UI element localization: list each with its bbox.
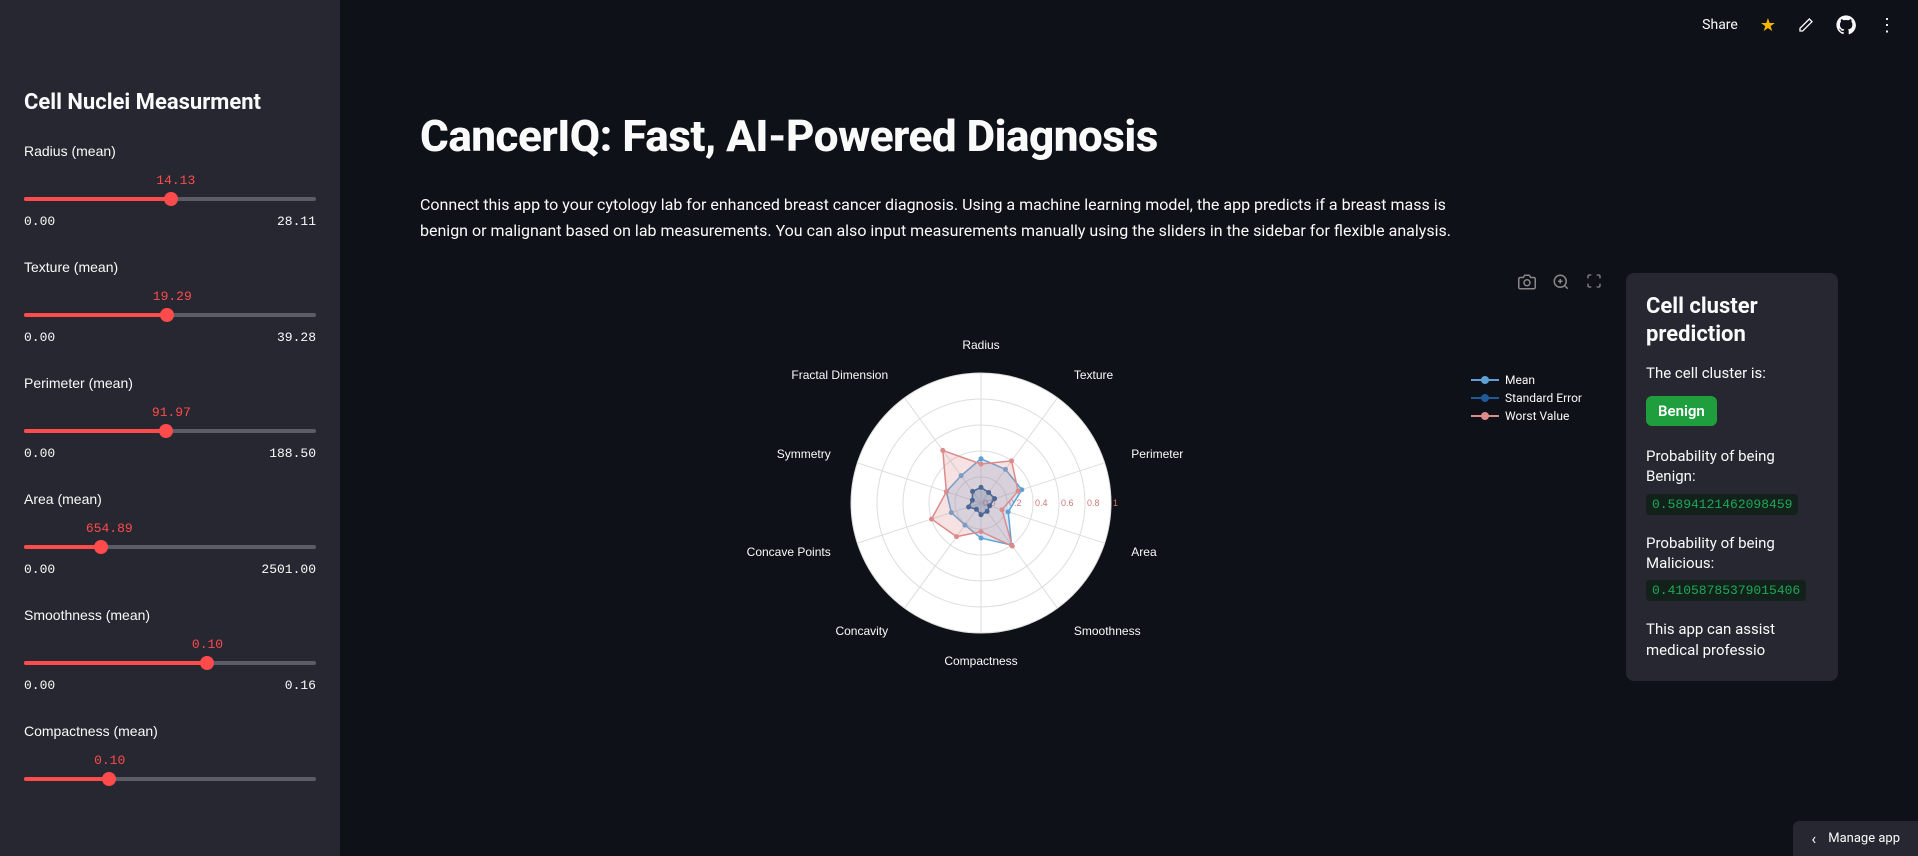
svg-text:Fractal Dimension: Fractal Dimension [791,368,888,382]
slider-track[interactable] [24,306,316,324]
edit-icon[interactable] [1798,17,1814,33]
svg-text:Smoothness: Smoothness [1074,624,1141,638]
prob-benign-value: 0.5894121462098459 [1646,494,1798,515]
chart-column: Radius Texture Perimeter Area Smoothness Comp… [420,273,1602,693]
slider-track[interactable] [24,190,316,208]
prediction-badge: Benign [1646,396,1717,426]
prediction-panel: Cell cluster prediction The cell cluster… [1626,273,1838,681]
legend-mean[interactable]: Mean [1471,373,1582,387]
svg-text:Symmetry: Symmetry [777,447,831,461]
manage-app-bar[interactable]: ‹ Manage app [1793,821,1918,856]
slider-track[interactable] [24,654,316,672]
prob-malicious-label: Probability of being Malicious: [1646,533,1818,574]
slider-label: Area (mean) [24,491,316,507]
slider-value: 19.29 [153,289,316,304]
slider-min: 0.00 [24,214,55,229]
page-description: Connect this app to your cytology lab fo… [420,192,1490,243]
svg-text:0.8: 0.8 [1087,498,1100,508]
github-icon[interactable] [1836,15,1856,35]
svg-text:Perimeter: Perimeter [1131,447,1183,461]
chart-toolbar [1518,273,1602,295]
svg-text:Texture: Texture [1074,368,1114,382]
sidebar-title: Cell Nuclei Measurment [24,90,316,115]
slider-max: 39.28 [277,330,316,345]
chevron-left-icon: ‹ [1811,829,1816,848]
fullscreen-icon[interactable] [1586,273,1602,295]
slider-max: 2501.00 [261,562,316,577]
svg-text:Radius: Radius [962,338,999,352]
slider-1: Texture (mean) 19.29 0.00 39.28 [24,259,316,345]
svg-text:0.6: 0.6 [1061,498,1074,508]
slider-value: 654.89 [86,521,316,536]
slider-3: Area (mean) 654.89 0.00 2501.00 [24,491,316,577]
camera-icon[interactable] [1518,273,1536,295]
prob-malicious-value: 0.41058785379015406 [1646,580,1806,601]
main-content: CancerIQ: Fast, AI-Powered Diagnosis Con… [340,0,1918,856]
slider-value: 14.13 [156,173,316,188]
slider-label: Radius (mean) [24,143,316,159]
slider-max: 188.50 [269,446,316,461]
svg-text:Concavity: Concavity [835,624,888,638]
slider-value: 0.10 [94,753,316,768]
slider-min: 0.00 [24,330,55,345]
prediction-title: Cell cluster prediction [1646,293,1818,348]
slider-track[interactable] [24,770,316,788]
slider-value: 0.10 [192,637,316,652]
slider-5: Compactness (mean) 0.10 [24,723,316,794]
top-toolbar: Share ★ ⋮ [1678,0,1918,50]
prediction-intro: The cell cluster is: [1646,364,1818,382]
slider-label: Perimeter (mean) [24,375,316,391]
legend-se[interactable]: Standard Error [1471,391,1582,405]
page-title: CancerIQ: Fast, AI-Powered Diagnosis [420,110,1838,162]
chart-legend: Mean Standard Error Worst Value [1471,373,1582,427]
slider-label: Smoothness (mean) [24,607,316,623]
slider-2: Perimeter (mean) 91.97 0.00 188.50 [24,375,316,461]
sidebar: Cell Nuclei Measurment Radius (mean) 14.… [0,0,340,856]
slider-track[interactable] [24,538,316,556]
svg-text:0.4: 0.4 [1035,498,1048,508]
slider-label: Texture (mean) [24,259,316,275]
slider-min: 0.00 [24,678,55,693]
manage-app-label: Manage app [1828,831,1900,846]
svg-text:Area: Area [1131,545,1157,559]
share-button[interactable]: Share [1702,17,1738,33]
zoom-icon[interactable] [1552,273,1570,295]
slider-value: 91.97 [152,405,316,420]
svg-text:1: 1 [1113,498,1118,508]
slider-min: 0.00 [24,446,55,461]
menu-icon[interactable]: ⋮ [1878,15,1894,36]
star-icon[interactable]: ★ [1760,15,1776,36]
slider-max: 0.16 [285,678,316,693]
prediction-disclaimer: This app can assist medical professio [1646,619,1818,661]
slider-max: 28.11 [277,214,316,229]
svg-text:Compactness: Compactness [944,654,1017,668]
svg-text:Concave Points: Concave Points [747,545,831,559]
radar-chart: Radius Texture Perimeter Area Smoothness Comp… [731,313,1291,693]
slider-min: 0.00 [24,562,55,577]
slider-4: Smoothness (mean) 0.10 0.00 0.16 [24,607,316,693]
slider-0: Radius (mean) 14.13 0.00 28.11 [24,143,316,229]
legend-worst[interactable]: Worst Value [1471,409,1582,423]
slider-track[interactable] [24,422,316,440]
prob-benign-label: Probability of being Benign: [1646,446,1818,487]
slider-label: Compactness (mean) [24,723,316,739]
